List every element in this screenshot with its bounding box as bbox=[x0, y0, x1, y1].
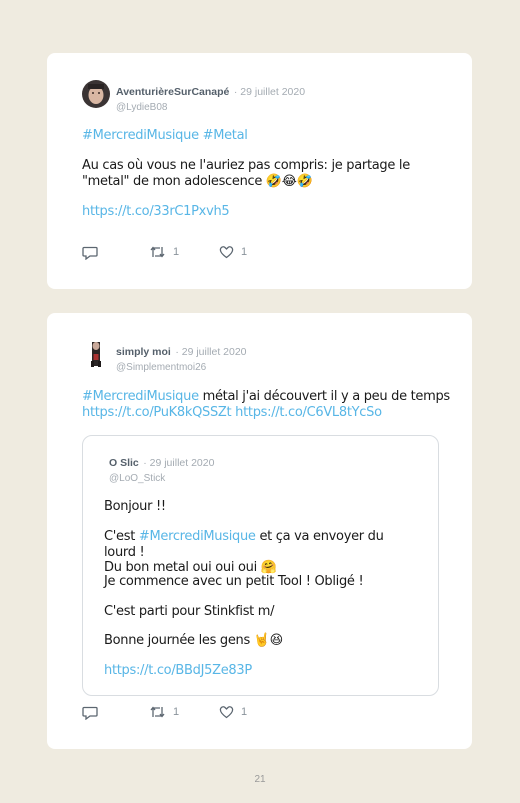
retweet-icon bbox=[150, 246, 165, 258]
tweet-actions: 1 1 bbox=[82, 245, 282, 261]
tweet-body: Au cas où vous ne l'auriez pas compris: … bbox=[82, 158, 442, 189]
like-icon bbox=[219, 246, 234, 259]
quoted-paragraph: Bonne journée les gens 🤘😆 bbox=[104, 633, 283, 648]
avatar[interactable] bbox=[82, 340, 110, 368]
quoted-author-handle[interactable]: @LoO_Stick bbox=[109, 473, 214, 484]
like-button[interactable]: 1 bbox=[219, 705, 247, 719]
tweet-actions: 1 1 bbox=[82, 705, 282, 721]
author-name[interactable]: AventurièreSurCanapé bbox=[116, 86, 229, 98]
like-count: 1 bbox=[241, 246, 248, 258]
reply-icon bbox=[82, 706, 98, 720]
hashtag-link[interactable]: #MercrediMusique bbox=[82, 389, 199, 404]
hashtag-link[interactable]: #MercrediMusique #Metal bbox=[82, 128, 248, 143]
tweet-card: simply moi · 29 juillet 2020 @Simplement… bbox=[47, 313, 472, 749]
tweet-link[interactable]: https://t.co/C6VL8tYcSo bbox=[235, 405, 382, 420]
retweet-count: 1 bbox=[173, 706, 180, 718]
reply-button[interactable] bbox=[82, 705, 98, 720]
tweet-body: #MercrediMusique métal j'ai découvert il… bbox=[82, 389, 462, 420]
quoted-link[interactable]: https://t.co/BBdJ5Ze83P bbox=[104, 663, 252, 678]
retweet-button[interactable]: 1 bbox=[149, 705, 179, 719]
tweet-hashtags[interactable]: #MercrediMusique #Metal bbox=[82, 128, 442, 144]
reply-icon bbox=[82, 246, 98, 260]
quoted-tweet-header: O Slic · 29 juillet 2020 @LoO_Stick bbox=[109, 453, 214, 484]
quoted-paragraph: C'est parti pour Stinkfist m/ bbox=[104, 604, 275, 619]
tweet-link[interactable]: https://t.co/PuK8kQSSZt bbox=[82, 405, 232, 420]
quoted-paragraph: C'est #MercrediMusique et ça va envoyer … bbox=[104, 529, 418, 576]
tweet-line: #MercrediMusique métal j'ai découvert il… bbox=[82, 389, 462, 405]
retweet-icon bbox=[150, 706, 165, 718]
retweet-button[interactable]: 1 bbox=[149, 245, 179, 259]
retweet-count: 1 bbox=[173, 246, 180, 258]
author-name[interactable]: simply moi bbox=[116, 346, 171, 358]
quoted-tweet-date: · 29 juillet 2020 bbox=[143, 457, 215, 469]
hashtag-link[interactable]: #MercrediMusique bbox=[139, 529, 256, 544]
like-count: 1 bbox=[241, 706, 248, 718]
tweet-line: "metal" de mon adolescence 🤣😂🤣 bbox=[82, 173, 313, 189]
quoted-text: C'est bbox=[104, 529, 139, 544]
quoted-tweet[interactable]: O Slic · 29 juillet 2020 @LoO_Stick Bonj… bbox=[82, 435, 439, 696]
quoted-author-name[interactable]: O Slic bbox=[109, 457, 139, 469]
author-handle[interactable]: @LydieB08 bbox=[116, 102, 305, 113]
tweet-link[interactable]: https://t.co/33rC1Pxvh5 bbox=[82, 204, 230, 219]
page-number: 21 bbox=[254, 774, 266, 785]
tweet-date: · 29 juillet 2020 bbox=[175, 346, 247, 358]
tweet-card: AventurièreSurCanapé · 29 juillet 2020 @… bbox=[47, 53, 472, 289]
like-icon bbox=[219, 706, 234, 719]
quoted-line: C'est #MercrediMusique et ça va envoyer … bbox=[104, 529, 418, 560]
quoted-link-row: https://t.co/BBdJ5Ze83P bbox=[104, 663, 418, 679]
tweet-line: Au cas où vous ne l'auriez pas compris: … bbox=[82, 158, 410, 173]
quoted-paragraph: Je commence avec un petit Tool ! Obligé … bbox=[104, 574, 364, 589]
author-handle[interactable]: @Simplementmoi26 bbox=[116, 362, 247, 373]
tweet-date: · 29 juillet 2020 bbox=[233, 86, 306, 98]
reply-button[interactable] bbox=[82, 245, 98, 260]
avatar[interactable] bbox=[82, 80, 110, 108]
tweet-line: https://t.co/PuK8kQSSZt https://t.co/C6V… bbox=[82, 405, 462, 421]
quoted-paragraph: Bonjour !! bbox=[104, 499, 166, 514]
tweet-link-row: https://t.co/33rC1Pxvh5 bbox=[82, 204, 442, 220]
like-button[interactable]: 1 bbox=[219, 245, 247, 259]
tweet-text: métal j'ai découvert il y a peu de temps bbox=[198, 389, 451, 404]
